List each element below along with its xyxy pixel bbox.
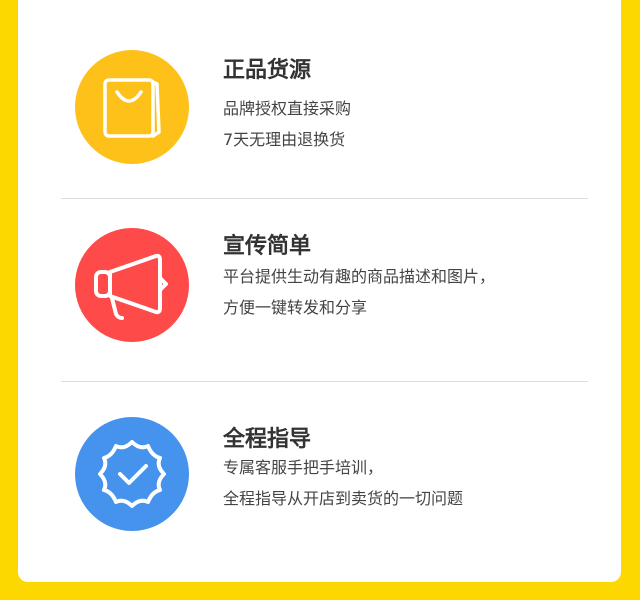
verified-badge-icon xyxy=(75,417,189,531)
feature-title: 全程指导 xyxy=(223,427,312,452)
megaphone-icon xyxy=(75,228,189,342)
divider xyxy=(61,381,588,382)
feature-desc-line: 全程指导从开店到卖货的一切问题 xyxy=(223,489,464,508)
feature-easy-promotion: 宣传简单 平台提供生动有趣的商品描述和图片， 方便一键转发和分享 xyxy=(18,228,621,348)
feature-title: 宣传简单 xyxy=(223,234,312,259)
divider xyxy=(61,198,588,199)
feature-full-guidance: 全程指导 专属客服手把手培训， 全程指导从开店到卖货的一切问题 xyxy=(18,417,621,537)
feature-genuine-source: 正品货源 品牌授权直接采购 7天无理由退换货 xyxy=(18,50,621,170)
shopping-bag-icon xyxy=(75,50,189,164)
feature-title: 正品货源 xyxy=(223,58,312,83)
feature-desc-line: 方便一键转发和分享 xyxy=(223,298,368,317)
feature-desc-line: 品牌授权直接采购 xyxy=(223,99,352,118)
feature-desc-line: 专属客服手把手培训， xyxy=(223,458,384,477)
feature-desc-line: 平台提供生动有趣的商品描述和图片， xyxy=(223,267,496,286)
feature-desc-line: 7天无理由退换货 xyxy=(223,130,346,149)
features-card: 正品货源 品牌授权直接采购 7天无理由退换货 宣传简单 平台提供生动有趣的商品描… xyxy=(18,0,621,582)
